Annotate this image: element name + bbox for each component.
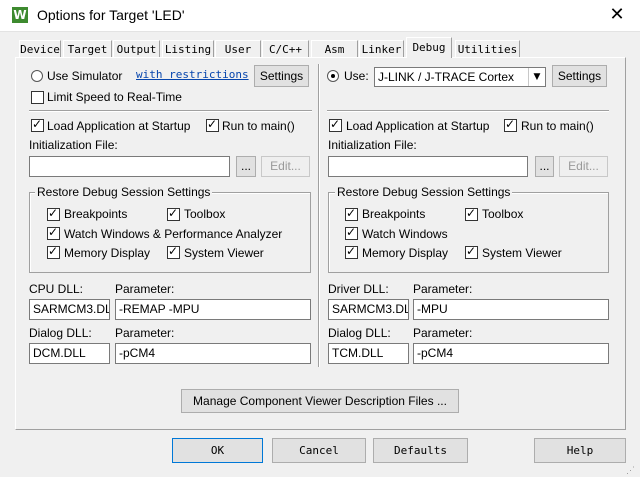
left-edit-button[interactable]: Edit... xyxy=(261,156,310,177)
use-simulator-label: Use Simulator xyxy=(47,69,123,83)
right-toolbox-label: Toolbox xyxy=(482,207,524,221)
right-run-to-main-checkbox[interactable] xyxy=(504,117,517,132)
use-simulator-radio[interactable] xyxy=(31,70,43,82)
chevron-down-icon[interactable]: ▼ xyxy=(528,68,545,86)
left-separator xyxy=(29,110,312,112)
tab-output[interactable]: Output xyxy=(113,40,160,58)
left-dialog-dll-label: Dialog DLL: xyxy=(29,326,92,340)
right-dialog-parameter-label: Parameter: xyxy=(413,326,473,340)
left-init-file-label: Initialization File: xyxy=(29,138,118,152)
tab-c-cpp[interactable]: C/C++ xyxy=(262,40,309,58)
left-toolbox-checkbox[interactable] xyxy=(167,206,180,221)
right-run-to-main-label: Run to main() xyxy=(521,119,594,133)
limit-speed-label: Limit Speed to Real-Time xyxy=(47,90,182,104)
left-memory-checkbox[interactable] xyxy=(47,244,60,259)
right-toolbox-checkbox[interactable] xyxy=(465,206,478,221)
left-watch-checkbox[interactable] xyxy=(47,225,60,240)
right-dialog-dll-label: Dialog DLL: xyxy=(328,326,391,340)
column-divider-highlight xyxy=(319,64,320,367)
left-load-app-checkbox[interactable] xyxy=(31,117,44,132)
right-memory-checkbox[interactable] xyxy=(345,244,358,259)
tab-asm[interactable]: Asm xyxy=(311,40,358,58)
right-memory-label: Memory Display xyxy=(362,246,449,260)
with-restrictions-link[interactable]: with restrictions xyxy=(136,68,249,81)
left-run-to-main-label: Run to main() xyxy=(222,119,295,133)
driver-select-value: J-LINK / J-TRACE Cortex xyxy=(378,70,515,84)
left-toolbox-label: Toolbox xyxy=(184,207,226,221)
cpu-dll-parameter-label: Parameter: xyxy=(115,282,175,296)
tab-debug[interactable]: Debug xyxy=(406,37,452,58)
driver-settings-button[interactable]: Settings xyxy=(552,65,607,87)
left-system-viewer-label: System Viewer xyxy=(184,246,264,260)
tab-target[interactable]: Target xyxy=(63,40,112,58)
right-watch-label: Watch Windows xyxy=(362,227,448,241)
right-init-file-input[interactable] xyxy=(328,156,528,177)
left-breakpoints-checkbox[interactable] xyxy=(47,206,60,221)
app-icon: W xyxy=(12,7,28,23)
right-restore-group-title: Restore Debug Session Settings xyxy=(335,185,513,199)
right-load-app-label: Load Application at Startup xyxy=(346,119,490,133)
right-breakpoints-checkbox[interactable] xyxy=(345,206,358,221)
left-system-viewer-checkbox[interactable] xyxy=(167,244,180,259)
cpu-dll-label: CPU DLL: xyxy=(29,282,84,296)
left-load-app-label: Load Application at Startup xyxy=(47,119,191,133)
right-separator xyxy=(327,110,609,112)
left-breakpoints-label: Breakpoints xyxy=(64,207,128,221)
driver-dll-parameter-input[interactable]: -MPU xyxy=(413,299,609,320)
right-system-viewer-checkbox[interactable] xyxy=(465,244,478,259)
right-dialog-dll-input[interactable]: TCM.DLL xyxy=(328,343,409,364)
tab-linker[interactable]: Linker xyxy=(359,40,404,58)
right-init-file-label: Initialization File: xyxy=(328,138,417,152)
left-memory-label: Memory Display xyxy=(64,246,151,260)
window-title: Options for Target 'LED' xyxy=(37,7,185,23)
right-system-viewer-label: System Viewer xyxy=(482,246,562,260)
driver-dll-label: Driver DLL: xyxy=(328,282,389,296)
help-button[interactable]: Help xyxy=(534,438,626,463)
right-load-app-checkbox[interactable] xyxy=(329,117,342,132)
use-driver-radio[interactable] xyxy=(327,70,339,82)
left-init-file-input[interactable] xyxy=(29,156,230,177)
left-dialog-dll-input[interactable]: DCM.DLL xyxy=(29,343,110,364)
left-browse-button[interactable]: ... xyxy=(236,156,256,177)
left-watch-label: Watch Windows & Performance Analyzer xyxy=(64,227,283,241)
ok-button[interactable]: OK xyxy=(172,438,263,463)
left-run-to-main-checkbox[interactable] xyxy=(206,117,219,132)
limit-speed-checkbox[interactable] xyxy=(31,91,44,104)
use-driver-label: Use: xyxy=(344,69,369,83)
driver-dll-input[interactable]: SARMCM3.DLL xyxy=(328,299,409,320)
defaults-button[interactable]: Defaults xyxy=(373,438,468,463)
cpu-dll-parameter-input[interactable]: -REMAP -MPU xyxy=(115,299,311,320)
tab-user[interactable]: User xyxy=(215,40,261,58)
left-dialog-parameter-label: Parameter: xyxy=(115,326,175,340)
right-edit-button[interactable]: Edit... xyxy=(559,156,608,177)
cancel-button[interactable]: Cancel xyxy=(272,438,366,463)
left-dialog-parameter-input[interactable]: -pCM4 xyxy=(115,343,311,364)
manage-component-viewer-button[interactable]: Manage Component Viewer Description File… xyxy=(181,389,459,413)
simulator-settings-button[interactable]: Settings xyxy=(254,65,309,87)
driver-select[interactable]: J-LINK / J-TRACE Cortex ▼ xyxy=(374,67,546,87)
right-watch-checkbox[interactable] xyxy=(345,225,358,240)
driver-dll-parameter-label: Parameter: xyxy=(413,282,473,296)
right-dialog-parameter-input[interactable]: -pCM4 xyxy=(413,343,609,364)
tab-listing[interactable]: Listing xyxy=(162,40,214,58)
tab-utilities[interactable]: Utilities xyxy=(455,40,520,58)
right-browse-button[interactable]: ... xyxy=(535,156,554,177)
close-icon[interactable]: ✕ xyxy=(602,3,632,27)
right-breakpoints-label: Breakpoints xyxy=(362,207,426,221)
tab-device[interactable]: Device xyxy=(19,40,61,58)
left-restore-group-title: Restore Debug Session Settings xyxy=(35,185,213,199)
cpu-dll-input[interactable]: SARMCM3.DLL xyxy=(29,299,110,320)
resize-grip-icon[interactable]: ⋰ xyxy=(626,465,635,476)
